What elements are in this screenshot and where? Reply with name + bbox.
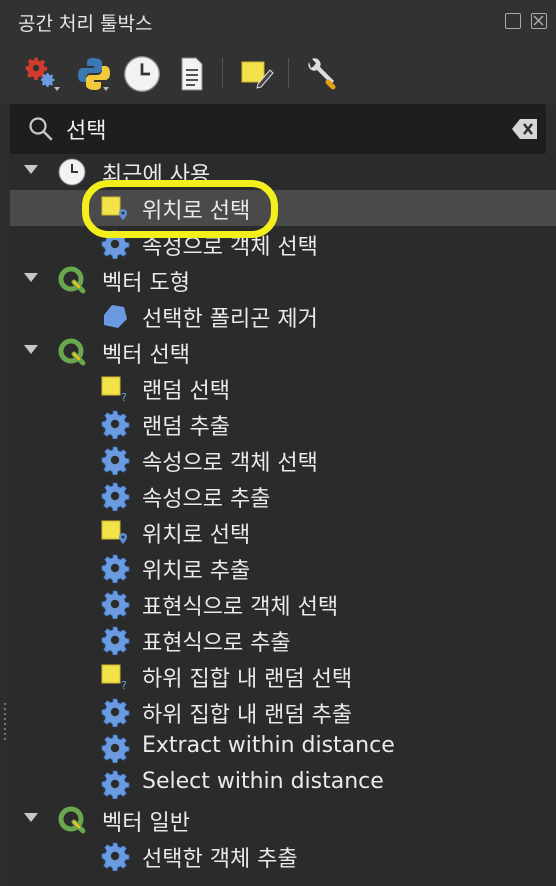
gear-icon: [100, 697, 130, 727]
gear-icon: [100, 553, 130, 583]
item-label: 위치로 선택: [142, 523, 251, 548]
tree-item[interactable]: 위치로 추출: [10, 550, 556, 586]
group-label: 벡터 선택: [102, 343, 190, 368]
gear-icon: [100, 769, 130, 799]
models-gear-icon[interactable]: [22, 54, 62, 94]
history-clock-icon[interactable]: [122, 54, 162, 94]
resize-grip[interactable]: [3, 700, 7, 740]
group-vector-geometry[interactable]: 벡터 도형: [10, 262, 556, 298]
group-label: 벡터 도형: [102, 271, 190, 296]
expand-arrow-icon[interactable]: [24, 813, 38, 822]
item-label: Select within distance: [142, 769, 384, 794]
search-box[interactable]: [10, 104, 546, 154]
expand-arrow-icon[interactable]: [24, 345, 38, 354]
tree-item[interactable]: 속성으로 객체 선택: [10, 226, 556, 262]
tree-item[interactable]: 표현식으로 추출: [10, 622, 556, 658]
tree-item[interactable]: 선택한 폴리곤 제거: [10, 298, 556, 334]
python-scripts-icon[interactable]: [74, 54, 114, 94]
expand-arrow-icon[interactable]: [24, 273, 38, 282]
algorithm-tree: 최근에 사용 위치로 선택 속성으로 객체 선택 벡터 도형 선택한 폴리곤 제…: [10, 154, 556, 886]
tree-item[interactable]: 표현식으로 객체 선택: [10, 586, 556, 622]
gear-icon: [100, 445, 130, 475]
item-label: 하위 집합 내 랜덤 추출: [142, 703, 353, 728]
item-label: 속성으로 추출: [142, 487, 271, 512]
item-label: 하위 집합 내 랜덤 선택: [142, 667, 353, 692]
select-location-icon: [100, 517, 130, 547]
tree-item[interactable]: 위치로 선택: [10, 514, 556, 550]
clock-icon: [57, 157, 87, 187]
group-vector-general[interactable]: 벡터 일반: [10, 802, 556, 838]
expand-arrow-icon[interactable]: [24, 165, 38, 174]
tree-item[interactable]: 하위 집합 내 랜덤 추출: [10, 694, 556, 730]
gear-icon: [100, 841, 130, 871]
select-random-icon: [100, 661, 130, 691]
item-label: Extract within distance: [142, 733, 395, 758]
toolbar: [0, 44, 556, 104]
tree-item[interactable]: Extract within distance: [10, 730, 556, 766]
group-label: 벡터 일반: [102, 811, 190, 836]
tree-item-selected[interactable]: 위치로 선택: [10, 190, 556, 226]
qgis-icon: [57, 265, 87, 295]
panel-titlebar: 공간 처리 툴박스: [0, 0, 556, 44]
item-label: 표현식으로 객체 선택: [142, 595, 339, 620]
tree-item[interactable]: 하위 집합 내 랜덤 선택: [10, 658, 556, 694]
item-label: 속성으로 객체 선택: [142, 235, 318, 260]
item-label: 위치로 선택: [142, 199, 251, 224]
results-document-icon[interactable]: [172, 54, 212, 94]
gear-icon: [100, 625, 130, 655]
gear-icon: [100, 733, 130, 763]
tree-item[interactable]: 랜덤 추출: [10, 406, 556, 442]
qgis-icon: [57, 337, 87, 367]
select-random-icon: [100, 373, 130, 403]
panel-title: 공간 처리 툴박스: [18, 13, 153, 35]
tree-item[interactable]: 랜덤 선택: [10, 370, 556, 406]
item-label: 속성으로 객체 선택: [142, 451, 318, 476]
gear-icon: [100, 481, 130, 511]
group-label: 최근에 사용: [102, 163, 211, 188]
gear-icon: [100, 589, 130, 619]
tree-item[interactable]: 속성으로 추출: [10, 478, 556, 514]
group-vector-selection[interactable]: 벡터 선택: [10, 334, 556, 370]
tree-item[interactable]: Select within distance: [10, 766, 556, 802]
group-recent[interactable]: 최근에 사용: [10, 154, 556, 190]
gear-icon: [100, 229, 130, 259]
float-icon[interactable]: [505, 13, 521, 29]
item-label: 선택한 객체 추출: [142, 847, 298, 872]
tree-item[interactable]: 선택한 객체 추출: [10, 838, 556, 874]
qgis-icon: [57, 805, 87, 835]
polygon-icon: [100, 301, 130, 331]
search-icon: [29, 117, 53, 141]
gear-icon: [100, 409, 130, 439]
tree-item[interactable]: 속성으로 객체 선택: [10, 442, 556, 478]
clear-icon[interactable]: [512, 118, 538, 140]
item-label: 표현식으로 추출: [142, 631, 291, 656]
item-label: 위치로 추출: [142, 559, 251, 584]
search-input[interactable]: [66, 112, 496, 146]
edit-features-in-place-icon[interactable]: [236, 54, 276, 94]
close-icon[interactable]: [531, 13, 547, 29]
item-label: 랜덤 선택: [142, 379, 230, 404]
options-wrench-icon[interactable]: [300, 54, 340, 94]
select-location-icon: [100, 193, 130, 223]
item-label: 선택한 폴리곤 제거: [142, 307, 318, 332]
item-label: 랜덤 추출: [142, 415, 230, 440]
